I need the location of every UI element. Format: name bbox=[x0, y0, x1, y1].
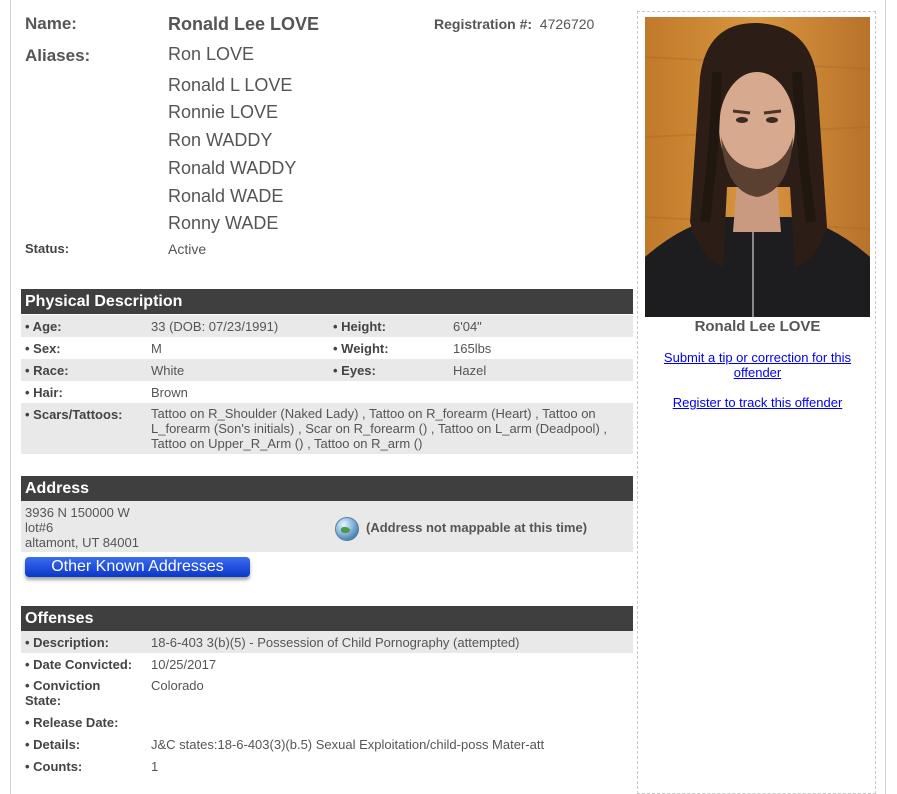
physical-row-sex-weight: • Sex: M • Weight: 165lbs bbox=[21, 337, 633, 359]
offender-photo bbox=[645, 17, 870, 317]
weight-label: • Weight: bbox=[333, 341, 389, 356]
details-value: J&C states:18-6-403(3)(b.5) Sexual Explo… bbox=[151, 737, 545, 752]
physical-row-race-eyes: • Race: White • Eyes: Hazel bbox=[21, 359, 633, 381]
offenses-header: Offenses bbox=[21, 606, 633, 631]
scars-line: Tattoo on R_Shoulder (Naked Lady) , Tatt… bbox=[151, 406, 596, 421]
frame-right-border bbox=[885, 0, 886, 794]
offense-row-date: • Date Convicted: 10/25/2017 bbox=[21, 653, 633, 675]
race-value: White bbox=[151, 363, 185, 378]
alias-item: Ronald L LOVE bbox=[168, 75, 293, 95]
status-label: Status: bbox=[25, 241, 70, 256]
map-status: (Address not mappable at this time) bbox=[366, 520, 588, 535]
conviction-state-label-line: • Conviction bbox=[25, 678, 101, 693]
address-line: 3936 N 150000 W bbox=[25, 505, 130, 520]
offense-row-counts: • Counts: 1 bbox=[21, 755, 633, 777]
date-convicted-label: • Date Convicted: bbox=[25, 657, 133, 672]
globe-icon bbox=[335, 517, 359, 541]
date-convicted-value: 10/25/2017 bbox=[151, 657, 217, 672]
description-label: • Description: bbox=[25, 635, 110, 650]
scars-value: Tattoo on R_Shoulder (Naked Lady) , Tatt… bbox=[151, 406, 607, 451]
register-track-link[interactable]: Register to track this offender bbox=[648, 395, 867, 410]
address-line: lot#6 bbox=[25, 520, 54, 535]
eyes-label: • Eyes: bbox=[333, 363, 376, 378]
name-label: Name: bbox=[25, 14, 77, 33]
alias-item: Ron LOVE bbox=[168, 44, 255, 64]
address-lines: 3936 N 150000 W lot#6 altamont, UT 84001 bbox=[25, 505, 139, 550]
alias-item: Ronald WADDY bbox=[168, 158, 297, 178]
weight-value: 165lbs bbox=[453, 341, 492, 356]
conviction-state-label: • Conviction State: bbox=[25, 678, 100, 708]
scars-line: L_forearm (Son's initials) , Scar on R_f… bbox=[151, 421, 607, 436]
scars-line: Tattoo on Upper_R_Arm () , Tattoo on R_a… bbox=[151, 436, 423, 451]
eyes-value: Hazel bbox=[453, 363, 487, 378]
height-value: 6'04" bbox=[453, 319, 482, 334]
submit-tip-link-line: Submit a tip or correction for this bbox=[663, 350, 852, 365]
address-row: 3936 N 150000 W lot#6 altamont, UT 84001… bbox=[21, 501, 633, 552]
offense-row-state: • Conviction State: Colorado bbox=[21, 675, 633, 711]
physical-row-scars: • Scars/Tattoos: Tattoo on R_Shoulder (N… bbox=[21, 403, 633, 454]
registration-label: Registration #: bbox=[434, 16, 533, 32]
offense-row-details: • Details: J&C states:18-6-403(3)(b.5) S… bbox=[21, 733, 633, 755]
hair-value: Brown bbox=[151, 385, 188, 400]
registration-number: Registration #: 4726720 bbox=[434, 16, 594, 32]
scars-label: • Scars/Tattoos: bbox=[25, 407, 123, 422]
alias-item: Ron WADDY bbox=[168, 130, 273, 150]
sex-label: • Sex: bbox=[25, 341, 61, 356]
registration-value: 4726720 bbox=[539, 16, 595, 32]
offender-sidebar: Ronald Lee LOVE Submit a tip or correcti… bbox=[637, 11, 876, 794]
age-label: • Age: bbox=[25, 319, 62, 334]
offense-row-description: • Description: 18-6-403 3(b)(5) - Posses… bbox=[21, 631, 633, 653]
conviction-state-value: Colorado bbox=[151, 678, 204, 693]
physical-row-age-height: • Age: 33 (DOB: 07/23/1991) • Height: 6'… bbox=[21, 315, 633, 337]
height-label: • Height: bbox=[333, 319, 386, 334]
physical-row-hair: • Hair: Brown bbox=[21, 381, 633, 403]
physical-description-header: Physical Description bbox=[21, 289, 633, 314]
frame-left-border bbox=[10, 0, 11, 794]
age-value: 33 (DOB: 07/23/1991) bbox=[151, 319, 279, 334]
hair-label: • Hair: bbox=[25, 385, 63, 400]
conviction-state-label-line: State: bbox=[25, 693, 62, 708]
release-date-label: • Release Date: bbox=[25, 715, 119, 730]
offender-name: Ronald Lee LOVE bbox=[168, 14, 320, 34]
details-label: • Details: bbox=[25, 737, 81, 752]
alias-item: Ronnie LOVE bbox=[168, 102, 279, 122]
address-line: altamont, UT 84001 bbox=[25, 535, 139, 550]
counts-value: 1 bbox=[151, 759, 159, 774]
counts-label: • Counts: bbox=[25, 759, 83, 774]
address-header: Address bbox=[21, 476, 633, 501]
submit-tip-link-line: offender bbox=[733, 365, 782, 380]
offense-row-release: • Release Date: bbox=[21, 711, 633, 733]
status-value: Active bbox=[168, 241, 207, 257]
sex-value: M bbox=[151, 341, 162, 356]
alias-item: Ronny WADE bbox=[168, 213, 279, 233]
submit-tip-link[interactable]: Submit a tip or correction for this offe… bbox=[648, 350, 867, 380]
other-known-addresses-button[interactable]: Other Known Addresses bbox=[25, 557, 250, 577]
photo-caption: Ronald Lee LOVE bbox=[694, 318, 821, 335]
race-label: • Race: bbox=[25, 363, 69, 378]
alias-item: Ronald WADE bbox=[168, 186, 284, 206]
description-value: 18-6-403 3(b)(5) - Possession of Child P… bbox=[151, 635, 520, 650]
aliases-label: Aliases: bbox=[25, 46, 91, 65]
